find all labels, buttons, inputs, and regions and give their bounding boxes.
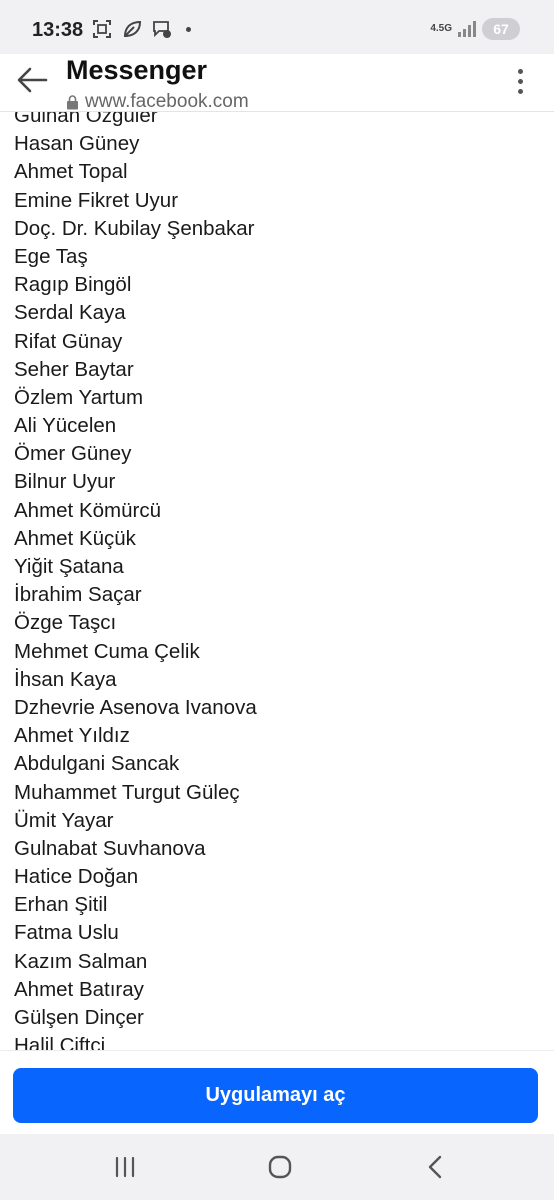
list-item: Kazım Salman (14, 949, 148, 973)
list-item: Doç. Dr. Kubilay Şenbakar (14, 216, 255, 240)
status-time: 13:38 (32, 19, 84, 41)
nav-back-button[interactable] (420, 1154, 450, 1180)
more-vertical-icon (517, 68, 523, 74)
list-item: İhsan Kaya (14, 667, 117, 691)
app-bar: Messenger www.facebook.com (0, 54, 554, 112)
more-notifications-dot (186, 26, 191, 32)
list-item: Yiğit Şatana (14, 555, 124, 578)
list-item: Muhammet Turgut Güleç (14, 780, 240, 804)
page-content: Gülhan Özgüler Hasan Güney Ahmet Topal Emin… (0, 112, 554, 1050)
list-item: Ragıp Bingöl (14, 273, 132, 297)
battery-indicator: 67 (482, 18, 520, 40)
bottom-action-area: Uygulamayı aç (0, 1050, 554, 1134)
url-row: www.facebook.com (66, 91, 249, 113)
status-notification-icons (92, 19, 191, 39)
list-item: Emine Fikret Uyur (14, 188, 179, 212)
list-item: Fatma Uslu (14, 921, 119, 945)
list-item: Gülşen Dinçer (14, 1006, 144, 1029)
list-item: Abdulgani Sancak (14, 752, 180, 776)
list-item: İbrahim Saçar (14, 583, 142, 607)
list-item: Mehmet Cuma Çelik (14, 639, 200, 663)
recent-apps-icon (115, 1156, 135, 1178)
home-button[interactable] (265, 1154, 295, 1180)
page-title: Messenger (66, 55, 208, 85)
list-item: Ahmet Küçük (14, 526, 136, 550)
list-item: Hatice Doğan (14, 865, 139, 889)
battery-level: 67 (493, 21, 509, 37)
back-icon (428, 1155, 442, 1179)
back-button[interactable] (14, 62, 50, 98)
system-nav-bar (0, 1134, 554, 1200)
arrow-left-icon (17, 67, 48, 93)
list-item: Ümit Yayar (14, 808, 114, 832)
list-item: Dzhevrie Asenova Ivanova (14, 695, 257, 719)
status-system-indicators: 4.5G 67 (430, 18, 520, 40)
leaf-icon (123, 20, 142, 38)
list-item: Ege Taş (14, 244, 88, 268)
list-item: Seher Baytar (14, 357, 134, 381)
list-item: Erhan Şitil (14, 893, 108, 917)
list-item: Ömer Güney (14, 442, 132, 466)
list-item: Rifat Günay (14, 329, 123, 353)
recent-apps-button[interactable] (110, 1154, 140, 1180)
list-item: Ahmet Yıldız (14, 724, 130, 748)
list-item: Ahmet Topal (14, 160, 128, 184)
list-item: Bilnur Uyur (14, 470, 116, 494)
list-item: Gülhan Özgüler (14, 112, 158, 127)
list-item: Hasan Güney (14, 132, 140, 156)
signal-strength-icon (458, 21, 476, 37)
open-app-button[interactable]: Uygulamayı aç (13, 1068, 538, 1123)
status-bar: 13:38 4.5G 67 (0, 0, 554, 54)
list-item: Gulnabat Suvhanova (14, 836, 206, 860)
list-item: Ahmet Kömürcü (14, 498, 161, 522)
messenger-notification-icon (153, 21, 171, 38)
lock-icon (67, 94, 78, 109)
home-icon (268, 1155, 292, 1179)
more-options-button[interactable] (508, 66, 532, 96)
list-item: Özlem Yartum (14, 385, 144, 409)
list-item: Ali Yücelen (14, 414, 117, 438)
list-item: Özge Taşcı (14, 611, 117, 635)
screenshot-icon (93, 20, 111, 38)
page-url: www.facebook.com (85, 91, 249, 112)
list-item: Halil Çiftçi (14, 1034, 106, 1050)
network-type-label: 4.5G (430, 23, 452, 34)
name-list: Gülhan Özgüler Hasan Güney Ahmet Topal Emin… (14, 112, 257, 1050)
list-item: Serdal Kaya (14, 301, 126, 325)
list-item: Ahmet Batıray (14, 977, 144, 1001)
